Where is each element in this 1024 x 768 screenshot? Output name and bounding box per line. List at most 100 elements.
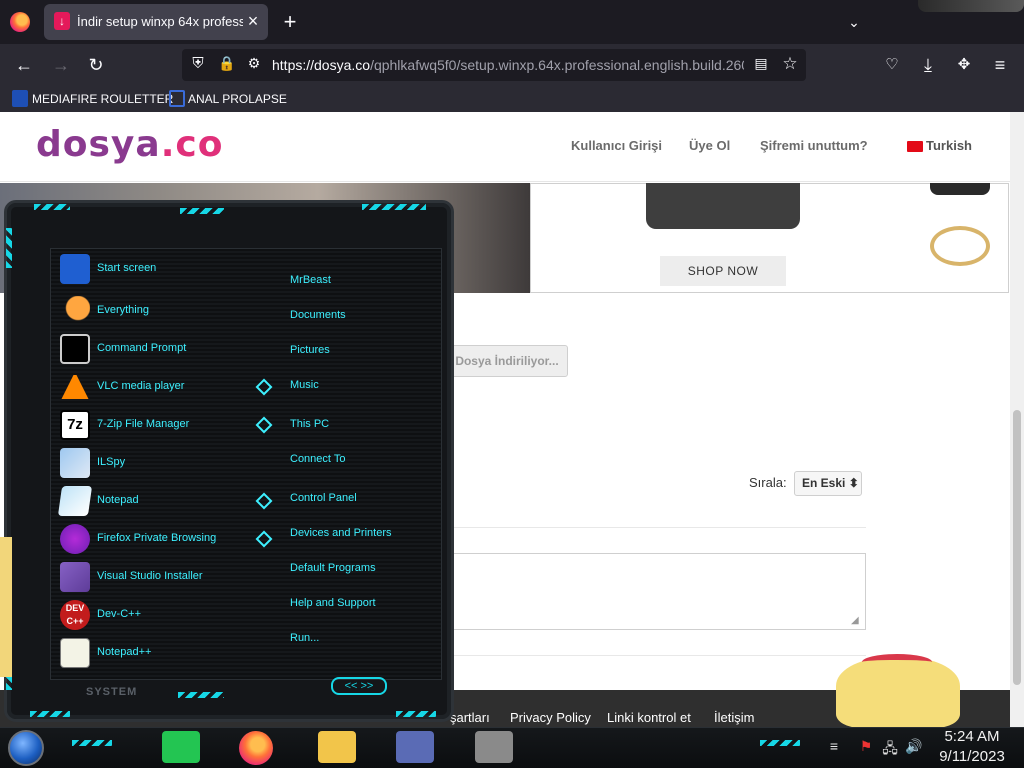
- ad-product-bracelet[interactable]: [930, 226, 990, 266]
- menu-decoration: [178, 692, 224, 698]
- action-center-flag-icon[interactable]: ⚑: [856, 738, 876, 756]
- lock-icon[interactable]: 🔒: [218, 55, 235, 75]
- menu-item-documents[interactable]: Documents: [290, 309, 430, 325]
- menu-item-run[interactable]: Run...: [290, 632, 430, 648]
- sort-label: Sırala:: [749, 475, 787, 490]
- download-button[interactable]: Dosya İndiriliyor...: [446, 345, 568, 377]
- tracking-protection-icon[interactable]: ⛨: [189, 55, 207, 75]
- divider: [446, 655, 866, 656]
- taskbar-decoration: [72, 740, 112, 746]
- sort-select[interactable]: En Eski ⬍: [794, 471, 862, 496]
- downloads-icon[interactable]: ⤓: [914, 51, 942, 79]
- footer-check-link[interactable]: Linki kontrol et: [607, 710, 703, 726]
- nav-login-link[interactable]: Kullanıcı Girişi: [571, 138, 663, 158]
- turkish-flag-icon: [907, 141, 923, 152]
- menu-decoration: [362, 204, 426, 210]
- notepad-icon: [57, 486, 93, 516]
- menu-item-pictures[interactable]: Pictures: [290, 344, 430, 360]
- menu-item-vlc[interactable]: VLC media player: [97, 380, 247, 396]
- bookmark-anal-prolapse[interactable]: ANAL PROLAPSE: [188, 88, 287, 110]
- scrollbar-thumb[interactable]: [1013, 410, 1021, 685]
- list-all-tabs-icon[interactable]: ⌄: [843, 11, 865, 33]
- ad-product-thumb[interactable]: [930, 183, 990, 195]
- start-screen-icon: [60, 254, 90, 284]
- network-icon[interactable]: 🖧: [880, 738, 900, 756]
- footer-terms-link[interactable]: şartları: [450, 710, 496, 726]
- reader-view-icon[interactable]: ▤: [752, 55, 770, 75]
- app-window-icon[interactable]: [396, 731, 434, 763]
- nav-register-link[interactable]: Üye Ol: [689, 138, 733, 158]
- download-favicon-icon: ↓: [54, 12, 70, 30]
- menu-decoration: [30, 711, 70, 717]
- taskbar-decoration: [760, 740, 800, 746]
- character-horns-decoration: [862, 654, 932, 670]
- forward-icon[interactable]: →: [47, 51, 75, 79]
- clock-date[interactable]: 9/11/2023: [936, 748, 1008, 766]
- menu-item-music[interactable]: Music: [290, 379, 430, 395]
- menu-item-control-panel[interactable]: Control Panel: [290, 492, 430, 508]
- menu-item-mrbeast[interactable]: MrBeast: [290, 274, 430, 290]
- reload-icon[interactable]: ↻: [82, 51, 110, 79]
- tab-title: İndir setup winxp 64x professional: [77, 14, 243, 29]
- close-tab-icon[interactable]: ×: [244, 11, 262, 31]
- url-text[interactable]: https://dosya.co/qphlkafwq5f0/setup.winx…: [272, 57, 744, 75]
- notepadpp-icon: [60, 638, 90, 668]
- devcpp-icon: DEV C++: [60, 600, 90, 630]
- menu-item-notepadpp[interactable]: Notepad++: [97, 646, 247, 662]
- back-icon[interactable]: ←: [10, 51, 38, 79]
- notes-icon[interactable]: [162, 731, 200, 763]
- menu-item-help-support[interactable]: Help and Support: [290, 597, 430, 613]
- pocket-icon[interactable]: ♡: [878, 51, 906, 79]
- hamburger-menu-icon[interactable]: ≡: [986, 51, 1014, 79]
- terminal-icon: [60, 334, 90, 364]
- bookmark-mediafire-rouletter[interactable]: MEDIAFIRE ROULETTER: [32, 88, 173, 110]
- menu-decoration: [396, 711, 436, 717]
- menu-decoration: [180, 208, 224, 214]
- language-selector[interactable]: Turkish: [926, 138, 976, 158]
- menu-decoration: [6, 228, 12, 268]
- shop-now-button[interactable]: SHOP NOW: [660, 256, 786, 286]
- character-art-left: [0, 537, 12, 677]
- firefox-menu-icon[interactable]: [10, 12, 30, 32]
- app-grid-icon[interactable]: [475, 731, 513, 763]
- comment-textarea[interactable]: [446, 553, 866, 630]
- menu-item-devices-printers[interactable]: Devices and Printers: [290, 527, 430, 543]
- show-hidden-icons[interactable]: ≡: [824, 738, 844, 756]
- menu-item-visual-studio-installer[interactable]: Visual Studio Installer: [97, 570, 247, 586]
- menu-item-firefox-private[interactable]: Firefox Private Browsing: [97, 532, 247, 548]
- window-frame-decoration: [918, 0, 1024, 12]
- sort-arrows-icon: ⬍: [848, 476, 859, 490]
- file-explorer-icon[interactable]: [318, 731, 356, 763]
- search-icon: [60, 296, 90, 326]
- start-button[interactable]: [8, 730, 44, 766]
- extensions-icon[interactable]: ✥: [950, 51, 978, 79]
- resize-handle-icon[interactable]: ◢: [851, 615, 863, 627]
- private-browsing-icon: [60, 524, 90, 554]
- 7zip-icon: 7z: [60, 410, 90, 440]
- volume-icon[interactable]: 🔊: [904, 738, 924, 756]
- ad-product-jacket[interactable]: [646, 183, 800, 229]
- new-tab-button[interactable]: +: [279, 10, 301, 34]
- footer-contact-link[interactable]: İletişim: [714, 710, 760, 726]
- nav-forgot-password-link[interactable]: Şifremi unuttum?: [760, 138, 868, 158]
- menu-page-nav[interactable]: << >>: [331, 677, 387, 695]
- menu-item-connect-to[interactable]: Connect To: [290, 453, 430, 469]
- bookmark-star-icon[interactable]: ☆: [780, 54, 800, 74]
- site-logo[interactable]: dosya.co: [36, 124, 222, 168]
- menu-item-ilspy[interactable]: ILSpy: [97, 456, 247, 472]
- menu-item-7zip[interactable]: 7-Zip File Manager: [97, 418, 247, 434]
- clock-time[interactable]: 5:24 AM: [938, 728, 1006, 746]
- menu-item-everything[interactable]: Everything: [97, 304, 247, 320]
- menu-item-devcpp[interactable]: Dev-C++: [97, 608, 247, 624]
- menu-item-start-screen[interactable]: Start screen: [97, 262, 247, 278]
- mediafire-icon: [12, 90, 28, 107]
- divider: [446, 527, 866, 528]
- menu-item-command-prompt[interactable]: Command Prompt: [97, 342, 247, 358]
- permissions-icon[interactable]: ⚙: [245, 55, 263, 75]
- menu-item-default-programs[interactable]: Default Programs: [290, 562, 430, 578]
- menu-decoration: [34, 204, 70, 210]
- footer-privacy-link[interactable]: Privacy Policy: [510, 710, 594, 726]
- firefox-icon[interactable]: [239, 731, 273, 765]
- menu-item-this-pc[interactable]: This PC: [290, 418, 430, 434]
- menu-item-notepad[interactable]: Notepad: [97, 494, 247, 510]
